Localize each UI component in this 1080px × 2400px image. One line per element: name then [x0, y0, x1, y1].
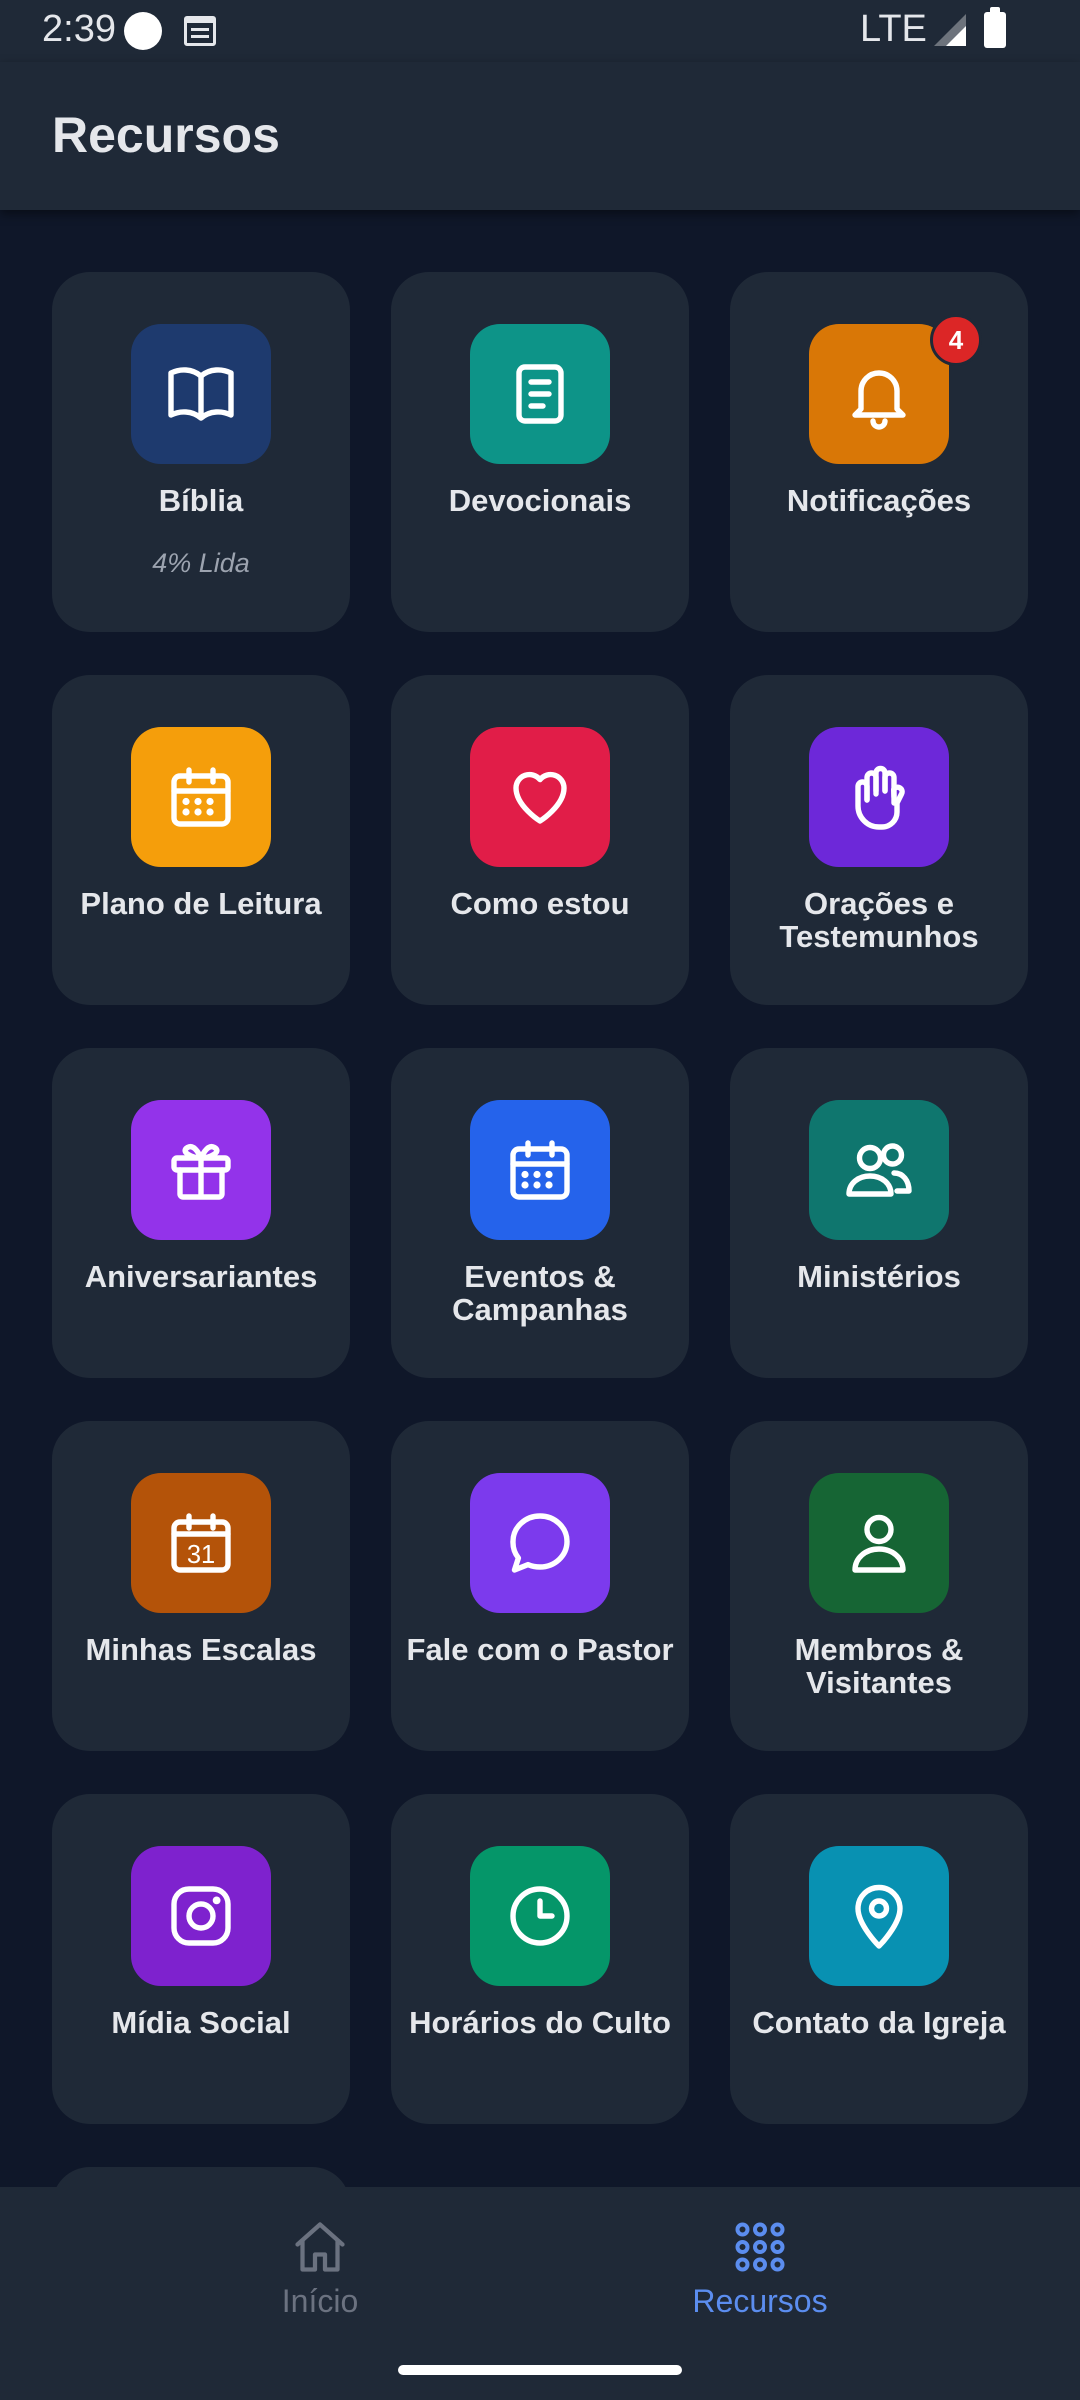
calendar-icon: [470, 1100, 610, 1240]
users-icon: [809, 1100, 949, 1240]
card-label: Horários do Culto: [409, 2005, 671, 2040]
bell-icon: [809, 324, 949, 464]
home-gesture-indicator[interactable]: [398, 2365, 682, 2375]
network-type: LTE: [860, 8, 927, 50]
page-title: Recursos: [52, 107, 280, 163]
card-label: Notificações: [786, 483, 972, 518]
card-label: Ministérios: [797, 1259, 961, 1294]
resource-card-ministerios[interactable]: Ministérios: [730, 1048, 1028, 1378]
nav-item-inicio[interactable]: Início: [170, 2217, 470, 2320]
resource-card-membros[interactable]: Membros & Visitantes: [730, 1421, 1028, 1751]
calendar-status-icon: [184, 16, 216, 46]
gift-icon: [131, 1100, 271, 1240]
card-label: Membros & Visitantes: [794, 1632, 964, 1700]
card-label: Devocionais: [448, 483, 632, 518]
card-label: Orações e Testemunhos: [779, 886, 979, 954]
nav-label-inicio: Início: [281, 2283, 359, 2319]
card-label: Mídia Social: [111, 2005, 291, 2040]
calendar-31-icon: 31: [131, 1473, 271, 1613]
svg-text:31: 31: [187, 1541, 215, 1569]
notification-dot-icon: [124, 12, 162, 50]
resource-card-partial[interactable]: [52, 2167, 350, 2187]
instagram-icon: [131, 1846, 271, 1986]
resource-card-eventos[interactable]: Eventos & Campanhas: [391, 1048, 689, 1378]
card-label: Minhas Escalas: [85, 1632, 317, 1667]
card-label: Fale com o Pastor: [406, 1632, 674, 1667]
heart-icon: [470, 727, 610, 867]
user-icon: [809, 1473, 949, 1613]
nav-label-recursos: Recursos: [692, 2283, 828, 2319]
book-icon: [131, 324, 271, 464]
reading-progress-text: 4% Lida: [152, 548, 250, 578]
resource-card-midia-social[interactable]: Mídia Social: [52, 1794, 350, 2124]
hand-icon: [809, 727, 949, 867]
signal-icon: [934, 14, 966, 46]
calendar-icon: [131, 727, 271, 867]
resource-card-notificacoes[interactable]: 4 Notificações: [730, 272, 1028, 632]
resource-card-horarios[interactable]: Horários do Culto: [391, 1794, 689, 2124]
card-label: Eventos & Campanhas: [452, 1259, 628, 1327]
status-bar: 2:39 LTE: [0, 0, 1080, 62]
grid-dots-icon: [735, 2222, 785, 2272]
card-label: Bíblia: [158, 483, 244, 518]
resource-card-como-estou[interactable]: Como estou: [391, 675, 689, 1005]
card-label: Aniversariantes: [84, 1259, 318, 1294]
card-label: Plano de Leitura: [80, 886, 322, 921]
resource-card-plano-de-leitura[interactable]: Plano de Leitura: [52, 675, 350, 1005]
notification-count-badge: 4: [930, 314, 982, 366]
card-label: Contato da Igreja: [752, 2005, 1006, 2040]
resources-content[interactable]: Bíblia 4% Lida Devocionais 4 Notificaçõe…: [0, 210, 1080, 2187]
nav-item-recursos[interactable]: Recursos: [610, 2217, 910, 2320]
resource-card-devocionais[interactable]: Devocionais: [391, 272, 689, 632]
app-bar: Recursos: [0, 62, 1080, 210]
map-pin-icon: [809, 1846, 949, 1986]
resources-grid: Bíblia 4% Lida Devocionais 4 Notificaçõe…: [52, 272, 1028, 2187]
resource-card-aniversariantes[interactable]: Aniversariantes: [52, 1048, 350, 1378]
battery-icon: [984, 7, 1006, 48]
clock-icon: [470, 1846, 610, 1986]
resource-card-fale-com-o-pastor[interactable]: Fale com o Pastor: [391, 1421, 689, 1751]
resource-card-oracoes[interactable]: Orações e Testemunhos: [730, 675, 1028, 1005]
status-time: 2:39: [42, 8, 116, 50]
resource-card-contato[interactable]: Contato da Igreja: [730, 1794, 1028, 2124]
chat-bubble-icon: [470, 1473, 610, 1613]
resource-card-biblia[interactable]: Bíblia 4% Lida: [52, 272, 350, 632]
home-icon: [295, 2222, 345, 2272]
resource-card-minhas-escalas[interactable]: 31 Minhas Escalas: [52, 1421, 350, 1751]
document-icon: [470, 324, 610, 464]
card-label: Como estou: [450, 886, 630, 921]
